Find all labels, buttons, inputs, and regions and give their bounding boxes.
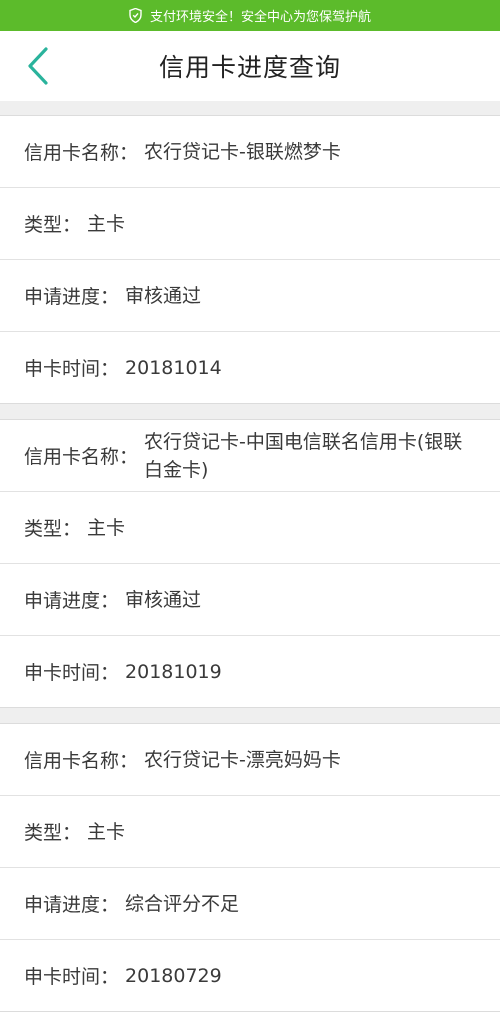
card-name-row: 信用卡名称： 农行贷记卡-漂亮妈妈卡 — [0, 724, 500, 796]
card-date-value: 20180729 — [125, 964, 222, 987]
card-type-row: 类型： 主卡 — [0, 492, 500, 564]
card-type-row: 类型： 主卡 — [0, 796, 500, 868]
card-progress-label: 申请进度： — [24, 894, 120, 916]
card-name-label: 信用卡名称： — [24, 750, 139, 772]
card-application: 信用卡名称： 农行贷记卡-漂亮妈妈卡 类型： 主卡 申请进度： 综合评分不足 申… — [0, 723, 500, 1012]
chevron-left-icon[interactable] — [20, 45, 56, 87]
card-name-label: 信用卡名称： — [24, 142, 139, 164]
card-date-label: 申卡时间： — [24, 358, 120, 380]
card-progress-value: 综合评分不足 — [125, 892, 240, 915]
card-name-value: 农行贷记卡-银联燃梦卡 — [144, 140, 341, 163]
card-progress-value: 审核通过 — [125, 284, 202, 307]
card-progress-label: 申请进度： — [24, 286, 120, 308]
shield-icon — [129, 8, 142, 23]
card-date-value: 20181014 — [125, 356, 222, 379]
card-date-value: 20181019 — [125, 660, 222, 683]
card-type-label: 类型： — [24, 214, 82, 236]
card-type-value: 主卡 — [87, 212, 126, 235]
page-header: 信用卡进度查询 — [0, 31, 500, 101]
card-name-value: 农行贷记卡-漂亮妈妈卡 — [144, 748, 341, 771]
card-name-row: 信用卡名称： 农行贷记卡-中国电信联名信用卡(银联白金卡) — [0, 420, 500, 492]
card-name-row: 信用卡名称： 农行贷记卡-银联燃梦卡 — [0, 116, 500, 188]
card-progress-row: 申请进度： 审核通过 — [0, 260, 500, 332]
card-type-row: 类型： 主卡 — [0, 188, 500, 260]
card-progress-row: 申请进度： 综合评分不足 — [0, 868, 500, 940]
card-type-label: 类型： — [24, 518, 82, 540]
card-progress-value: 审核通过 — [125, 588, 202, 611]
card-date-row: 申卡时间： 20181014 — [0, 332, 500, 403]
card-name-label: 信用卡名称： — [24, 446, 139, 468]
banner-text: 支付环境安全！安全中心为您保驾护航 — [149, 10, 371, 25]
card-date-row: 申卡时间： 20181019 — [0, 636, 500, 707]
card-date-label: 申卡时间： — [24, 966, 120, 988]
card-application: 信用卡名称： 农行贷记卡-银联燃梦卡 类型： 主卡 申请进度： 审核通过 申卡时… — [0, 115, 500, 404]
card-type-value: 主卡 — [87, 516, 126, 539]
security-banner: 支付环境安全！安全中心为您保驾护航 — [0, 0, 500, 31]
card-date-label: 申卡时间： — [24, 662, 120, 684]
card-type-label: 类型： — [24, 822, 82, 844]
card-name-value: 农行贷记卡-中国电信联名信用卡(银联白金卡) — [144, 430, 463, 481]
card-progress-row: 申请进度： 审核通过 — [0, 564, 500, 636]
page-title: 信用卡进度查询 — [158, 53, 341, 82]
card-type-value: 主卡 — [87, 820, 126, 843]
card-date-row: 申卡时间： 20180729 — [0, 940, 500, 1011]
card-progress-label: 申请进度： — [24, 590, 120, 612]
card-application: 信用卡名称： 农行贷记卡-中国电信联名信用卡(银联白金卡) 类型： 主卡 申请进… — [0, 419, 500, 708]
